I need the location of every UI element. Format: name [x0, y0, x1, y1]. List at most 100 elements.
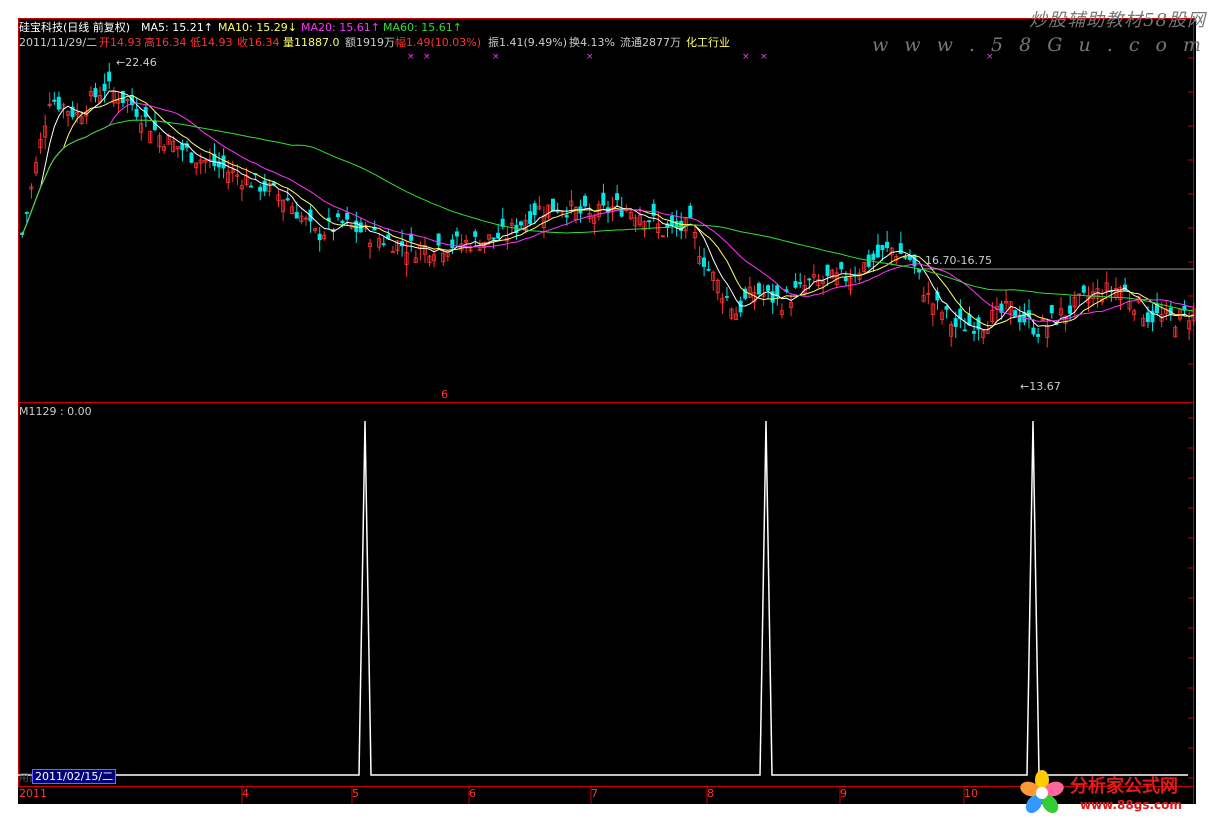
candle-body: [917, 269, 922, 273]
candle-body: [294, 212, 299, 219]
candle-body: [1145, 312, 1150, 322]
watermark-bottom-url: www.88gs.com: [1080, 798, 1182, 812]
candle-body: [793, 281, 798, 288]
candle-body: [807, 278, 812, 281]
candle-body: [798, 282, 803, 285]
six-marker: 6: [441, 388, 448, 401]
candle-body: [647, 220, 652, 223]
candle-body: [967, 314, 972, 326]
signal-marker: ×: [492, 52, 500, 62]
indicator-title: M1129 : 0.00: [19, 405, 92, 418]
candle-body: [766, 285, 771, 291]
signal-marker: ×: [760, 52, 768, 62]
candle-body: [551, 198, 555, 212]
candle-body: [615, 193, 620, 201]
ma20-line: [21, 102, 1194, 322]
watermark-top-title: 炒股辅助教材58股网: [1029, 10, 1206, 31]
candle-body: [102, 83, 107, 92]
candle-body: [898, 243, 903, 254]
axis-month-9: 9: [840, 787, 847, 800]
candle-body: [258, 186, 263, 192]
axis-month-8: 8: [707, 787, 714, 800]
volume-value: 量11887.0: [283, 36, 340, 49]
candle-body: [1036, 334, 1041, 337]
candle-body: [706, 268, 711, 271]
close-value: 收16.34: [237, 36, 280, 49]
watermark-bottom: 分析家公式网 www.88gs.com: [1014, 766, 1212, 820]
candle-body: [843, 277, 848, 282]
chart-screen[interactable]: × × × × × × × 硅宝科技(日线 前复权) MA5: 15.21↑ MA10: 1…: [18, 18, 1196, 804]
candle-body: [107, 71, 112, 82]
candle-body: [944, 306, 949, 310]
candle-body: [473, 231, 478, 237]
candle-body: [317, 233, 322, 241]
candle-body: [1049, 305, 1054, 314]
candle-body: [1081, 285, 1086, 293]
candle-body: [1031, 327, 1036, 335]
candle-body: [839, 262, 844, 270]
candle-body: [756, 283, 761, 295]
candle-body: [880, 245, 885, 251]
ma60-label: MA60: 15.61↑: [383, 21, 462, 34]
change-value: 幅1.49(10.03%): [395, 36, 482, 49]
signal-marker: ×: [742, 52, 750, 62]
axis-month-10: 10: [964, 787, 978, 800]
axis-year: 2011: [19, 787, 47, 800]
ma20-label: MA20: 15.61↑: [301, 21, 380, 34]
candle-body: [885, 241, 890, 249]
signal-marker: ×: [407, 52, 415, 62]
candle-body: [903, 256, 908, 259]
candle-body: [335, 213, 340, 218]
candle-body: [871, 253, 876, 260]
candle-body: [248, 185, 253, 188]
candle-body: [454, 231, 459, 237]
low-value: 低14.93: [190, 36, 233, 49]
axis-month-5: 5: [352, 787, 359, 800]
candle-body: [953, 318, 958, 327]
candle-body: [528, 211, 533, 224]
amplitude-value: 振1.41(9.49%): [488, 36, 568, 49]
stock-title: 硅宝科技(日线 前复权): [19, 21, 131, 34]
ma10-label: MA10: 15.29↓: [218, 21, 297, 34]
candle-body: [180, 143, 185, 151]
candle-body: [532, 203, 537, 216]
candle-body: [962, 329, 967, 332]
candle-body: [688, 205, 693, 219]
amount-value: 额1919万: [345, 36, 395, 49]
candle-body: [775, 285, 780, 297]
signal-marker: ×: [586, 52, 594, 62]
candle-body: [702, 257, 706, 267]
candle-body: [496, 232, 501, 239]
candle-body: [262, 180, 267, 192]
turnover-value: 换4.13%: [569, 36, 615, 49]
chart-window: × × × × × × × 硅宝科技(日线 前复权) MA5: 15.21↑ MA10: 1…: [0, 0, 1216, 823]
candle-body: [825, 264, 830, 277]
watermark-bottom-title: 分析家公式网: [1070, 776, 1178, 797]
open-value: 开14.93: [99, 36, 142, 49]
candle-body: [518, 221, 523, 226]
range-marker: 16.70-16.75: [925, 254, 992, 267]
high-value: 高16.34: [144, 36, 187, 49]
candle-body: [491, 237, 496, 240]
candle-body: [564, 215, 569, 218]
chart-svg[interactable]: × × × × × × ×: [18, 18, 1196, 804]
candle-body: [52, 99, 57, 102]
candle-body: [189, 152, 194, 163]
cursor-date: 2011/02/15/二: [32, 769, 117, 784]
industry-label: 化工行业: [686, 36, 730, 49]
ma5-line: [21, 90, 1194, 331]
watermark-top-url: w w w . 5 8 G u . c o m: [872, 34, 1206, 56]
candle-body: [409, 233, 414, 241]
candle-body: [583, 195, 588, 207]
signal-marker: ×: [423, 52, 431, 62]
candle-body: [1068, 305, 1073, 314]
candle-body: [390, 251, 395, 253]
candle-body: [221, 155, 226, 169]
candle-body: [93, 88, 98, 98]
candle-body: [134, 108, 139, 117]
candle-body: [724, 296, 729, 298]
candle-body: [770, 291, 775, 303]
high-marker: ←22.46: [116, 56, 157, 69]
bar-date: 2011/11/29/二: [19, 36, 98, 49]
candle-body: [345, 212, 350, 220]
